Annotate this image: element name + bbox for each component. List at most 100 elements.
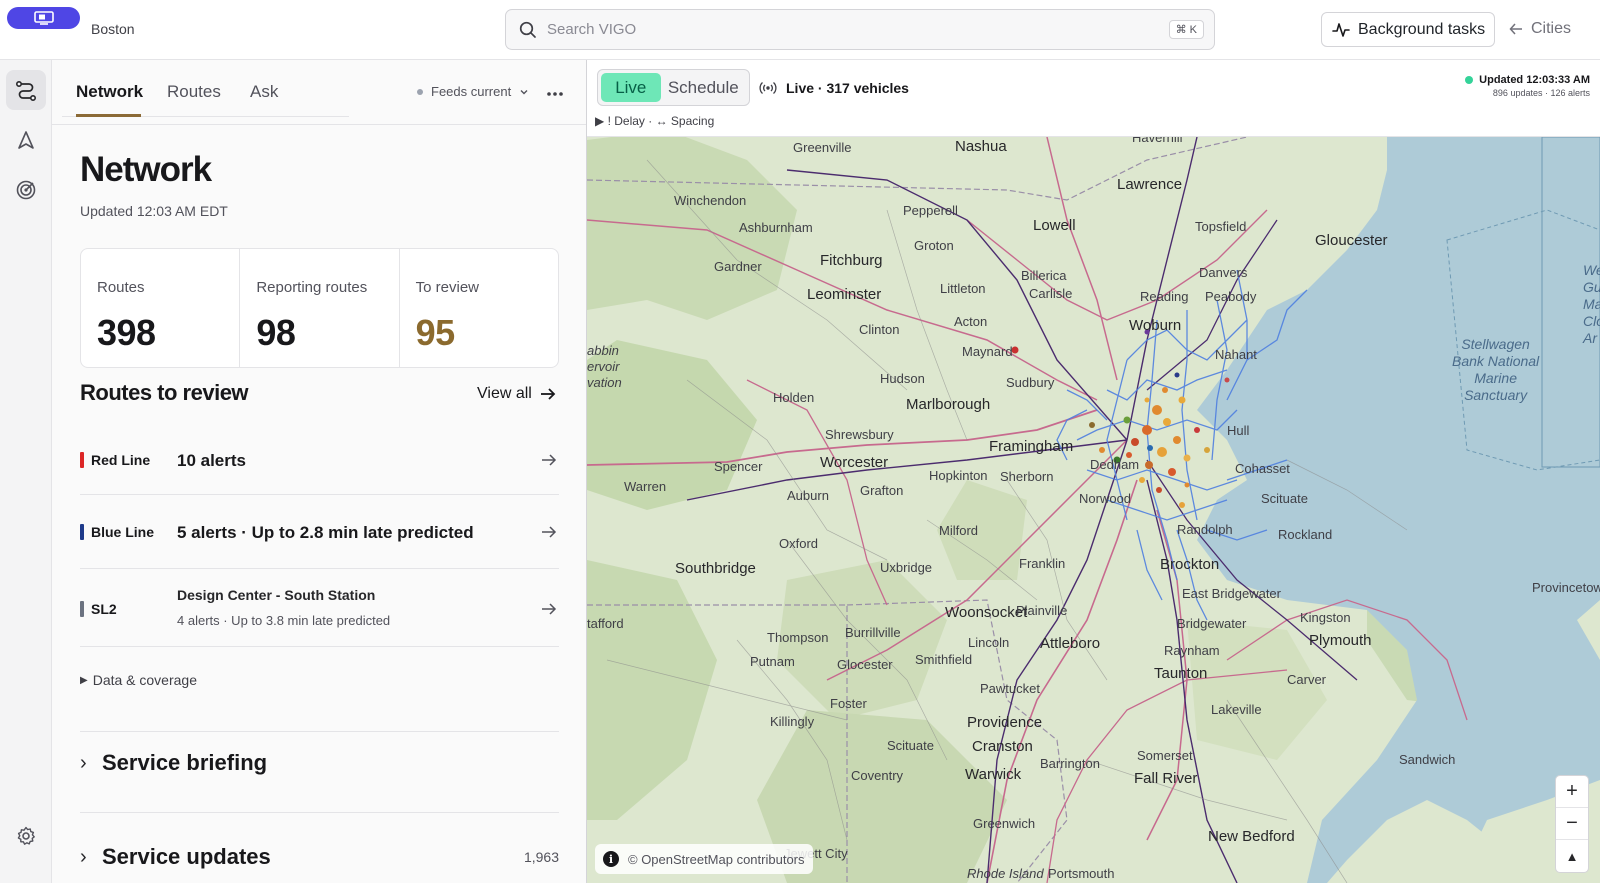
map-view[interactable]: Haverhill Nashua Greenville Lawrence Win… xyxy=(587,60,1600,883)
map-label: Hull xyxy=(1227,423,1250,438)
map-label: Wes Gu Ma Clo Ar xyxy=(1583,262,1600,346)
more-horizontal-icon xyxy=(547,92,563,96)
rail-radar-button[interactable] xyxy=(6,170,46,210)
status-dot xyxy=(1465,76,1474,84)
service-updates-section[interactable]: › Service updates 1,963 xyxy=(80,844,559,870)
route-color-bar xyxy=(80,601,84,617)
info-icon[interactable]: i xyxy=(603,851,619,867)
map-label: Framingham xyxy=(989,438,1074,455)
map-label: abbin ervoir vation xyxy=(587,343,622,390)
arrow-right-icon xyxy=(540,388,556,400)
map-label: Cohasset xyxy=(1235,461,1290,476)
search-bar[interactable]: ⌘ K xyxy=(505,9,1215,50)
stat-reporting-routes[interactable]: Reporting routes 98 xyxy=(240,249,400,367)
map-label: Woburn xyxy=(1129,317,1182,334)
reset-north-button[interactable]: ▲ xyxy=(1556,840,1588,872)
service-briefing-heading: Service briefing xyxy=(102,750,268,775)
map-label: Acton xyxy=(954,314,988,329)
map-label: Worcester xyxy=(820,454,889,471)
map-label: Winchendon xyxy=(674,193,747,208)
map-label: Reading xyxy=(1140,289,1189,304)
more-options-button[interactable] xyxy=(546,81,564,102)
broadcast-icon xyxy=(759,82,777,94)
route-name: Red Line xyxy=(91,452,151,468)
tab-routes[interactable]: Routes xyxy=(167,82,221,102)
map-label: Franklin xyxy=(1019,556,1066,571)
review-row-red-line[interactable]: Red Line 10 alerts xyxy=(80,425,559,495)
review-row-blue-line[interactable]: Blue Line 5 alerts · Up to 2.8 min late … xyxy=(80,495,559,569)
data-coverage-toggle[interactable]: ▶ Data & coverage xyxy=(80,672,197,688)
delay-spacing-legend-toggle[interactable]: ▶ ! Delay · ↔ Spacing xyxy=(595,114,714,128)
map-label: Sudbury xyxy=(1006,375,1055,390)
cities-back-button[interactable]: Cities xyxy=(1509,20,1571,38)
map-label: Brockton xyxy=(1160,556,1220,573)
map-label: Glocester xyxy=(837,657,893,672)
map-label: Shrewsbury xyxy=(825,427,894,442)
updated-time: Updated 12:03 AM EDT xyxy=(80,203,228,219)
rail-settings-button[interactable] xyxy=(6,816,46,856)
review-row-sl2[interactable]: SL2 Design Center - South Station 4 aler… xyxy=(80,569,559,647)
tab-ask[interactable]: Ask xyxy=(250,82,278,102)
mode-schedule-button[interactable]: Schedule xyxy=(661,73,746,102)
map-label: Milford xyxy=(939,523,979,538)
map-label: Raynham xyxy=(1164,643,1220,658)
map-label: Putnam xyxy=(750,654,795,669)
activity-icon xyxy=(1332,22,1350,37)
rail-navigation-button[interactable] xyxy=(6,120,46,160)
navigation-icon xyxy=(18,131,34,149)
search-input[interactable] xyxy=(547,21,1169,38)
chevron-right-icon: › xyxy=(80,845,87,868)
map-label: Killingly xyxy=(770,714,815,729)
stat-routes[interactable]: Routes 398 xyxy=(81,249,241,367)
attribution-label: © OpenStreetMap contributors xyxy=(628,851,805,867)
settings-icon xyxy=(17,826,35,845)
map-label: Maynard xyxy=(962,344,1013,359)
stat-value: 98 xyxy=(256,312,296,353)
route-color-bar xyxy=(80,452,84,468)
view-all-link[interactable]: View all xyxy=(477,385,556,403)
arrow-right-icon xyxy=(542,454,557,466)
map-label: Kingston xyxy=(1300,610,1351,625)
zoom-out-button[interactable]: − xyxy=(1556,808,1588,840)
tab-network[interactable]: Network xyxy=(76,82,143,102)
map-label: Leominster xyxy=(807,286,882,303)
feeds-status-label: Feeds current xyxy=(431,84,512,99)
map-update-status: Updated 12:03:33 AM 896 updates · 126 al… xyxy=(1465,74,1590,98)
rail-network-button[interactable] xyxy=(6,70,46,110)
search-shortcut: ⌘ K xyxy=(1168,20,1204,39)
app-logo[interactable] xyxy=(7,7,80,29)
mode-live-button[interactable]: Live xyxy=(601,73,661,102)
feeds-status-dropdown[interactable]: Feeds current xyxy=(417,84,529,99)
map-label: Littleton xyxy=(940,281,986,296)
current-city: Boston xyxy=(91,21,135,37)
map-label: Coventry xyxy=(851,768,904,783)
search-icon xyxy=(519,21,536,38)
route-name: SL2 xyxy=(91,601,117,617)
map-label: Auburn xyxy=(787,488,829,503)
map-label: Nashua xyxy=(955,138,1007,155)
arrow-left-icon xyxy=(1509,23,1522,35)
background-tasks-button[interactable]: Background tasks xyxy=(1321,12,1495,47)
map-label: Danvers xyxy=(1199,265,1248,280)
stat-to-review[interactable]: To review 95 xyxy=(400,249,558,367)
arrow-right-icon xyxy=(542,603,557,615)
map-label: Gloucester xyxy=(1315,232,1388,249)
zoom-in-button[interactable]: + xyxy=(1556,776,1588,808)
map-label: Lowell xyxy=(1033,217,1076,234)
map-label: Scituate xyxy=(1261,491,1308,506)
map-label: Spencer xyxy=(714,459,763,474)
map-label: Carlisle xyxy=(1029,286,1073,301)
map-label: Burrillville xyxy=(845,625,901,640)
map-label: Rhode Island xyxy=(967,866,1044,881)
map-label: Lakeville xyxy=(1211,702,1262,717)
map-label: Fall River xyxy=(1134,770,1198,787)
stat-label: Routes xyxy=(97,279,145,296)
map-label: Plainville xyxy=(1016,603,1068,618)
service-briefing-section[interactable]: › Service briefing xyxy=(80,750,559,776)
map-label: Sherborn xyxy=(1000,469,1054,484)
map-label: Foster xyxy=(830,696,867,711)
map-label: Marlborough xyxy=(906,396,991,413)
zoom-controls: + − ▲ xyxy=(1555,775,1589,873)
map-toolbar: Live Schedule Live · 317 vehicles ▶ ! De… xyxy=(587,60,1600,137)
map-label: Gardner xyxy=(714,259,762,274)
